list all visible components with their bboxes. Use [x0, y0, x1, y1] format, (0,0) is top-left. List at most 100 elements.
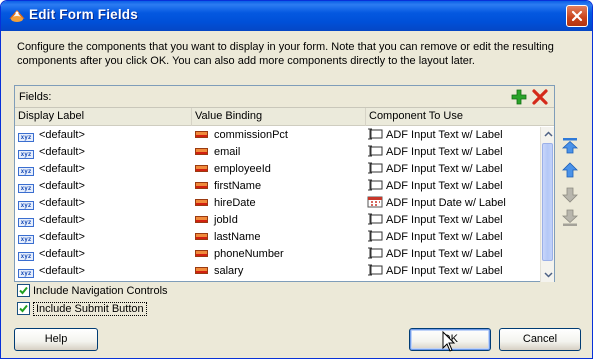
component-value: ADF Input Text w/ Label: [386, 163, 503, 175]
value-binding-cell[interactable]: email: [195, 144, 365, 161]
value-binding-value: jobId: [214, 214, 238, 226]
display-label-cell[interactable]: xyz <default>: [18, 144, 190, 161]
display-label-cell[interactable]: xyz <default>: [18, 212, 190, 229]
display-label-value: <default>: [39, 248, 85, 260]
include-submit-checkbox[interactable]: [17, 302, 30, 315]
scroll-down-button[interactable]: [541, 268, 555, 282]
display-label-cell[interactable]: xyz <default>: [18, 195, 190, 212]
component-cell[interactable]: ADF Input Text w/ Label: [367, 144, 541, 161]
display-label-value: <default>: [39, 146, 85, 158]
value-binding-cell[interactable]: firstName: [195, 178, 365, 195]
delete-icon: [532, 89, 548, 105]
close-button[interactable]: [566, 5, 588, 27]
display-label-cell[interactable]: xyz <default>: [18, 246, 190, 263]
component-cell[interactable]: ADF Input Text w/ Label: [367, 178, 541, 195]
component-cell[interactable]: ADF Input Date w/ Label: [367, 195, 541, 212]
jdeveloper-app-icon: [8, 7, 26, 25]
include-navigation-controls-option[interactable]: Include Navigation Controls: [17, 284, 168, 299]
value-binding-cell[interactable]: commissionPct: [195, 127, 365, 144]
chevron-up-icon: [543, 131, 553, 137]
display-label-cell[interactable]: xyz <default>: [18, 178, 190, 195]
value-binding-cell[interactable]: salary: [195, 263, 365, 280]
value-binding-cell[interactable]: lastName: [195, 229, 365, 246]
mouse-pointer-icon: [442, 331, 456, 352]
attribute-binding-icon: [195, 216, 208, 223]
attribute-binding-icon: [195, 148, 208, 155]
fields-label: Fields:: [19, 91, 52, 103]
move-to-bottom-button[interactable]: [561, 209, 579, 227]
include-navigation-checkbox[interactable]: [17, 284, 30, 297]
table-row[interactable]: xyz <default> jobId ADF Input Text w/ Lab…: [15, 212, 541, 229]
value-binding-cell[interactable]: hireDate: [195, 195, 365, 212]
component-cell[interactable]: ADF Input Text w/ Label: [367, 161, 541, 178]
add-icon: [511, 89, 527, 105]
value-binding-cell[interactable]: employeeId: [195, 161, 365, 178]
display-label-cell[interactable]: xyz <default>: [18, 161, 190, 178]
attribute-binding-icon: [195, 182, 208, 189]
display-label-value: <default>: [39, 265, 85, 277]
column-header-display-label[interactable]: Display Label: [15, 108, 192, 126]
value-binding-cell[interactable]: jobId: [195, 212, 365, 229]
component-cell[interactable]: ADF Input Text w/ Label: [367, 246, 541, 263]
text-label-icon: xyz: [18, 184, 34, 193]
include-submit-button-option[interactable]: Include Submit Button: [17, 302, 147, 317]
vertical-scrollbar[interactable]: [540, 127, 554, 282]
text-label-icon: xyz: [18, 252, 34, 261]
move-down-button[interactable]: [561, 186, 579, 204]
table-row[interactable]: xyz <default> lastName ADF Input Text w/ …: [15, 229, 541, 246]
display-label-value: <default>: [39, 197, 85, 209]
arrow-up-icon: [562, 162, 578, 178]
text-label-icon: xyz: [18, 269, 34, 278]
value-binding-value: lastName: [214, 231, 261, 243]
add-field-button[interactable]: [510, 88, 528, 106]
input-text-icon: [368, 213, 383, 225]
component-value: ADF Input Text w/ Label: [386, 180, 503, 192]
fields-table-body: xyz <default> commissionPct ADF Input Tex…: [15, 127, 541, 282]
table-row[interactable]: xyz <default> salary ADF Input Text w/ La…: [15, 263, 541, 280]
table-row[interactable]: xyz <default> phoneNumber ADF Input Text …: [15, 246, 541, 263]
scrollbar-thumb[interactable]: [542, 143, 553, 261]
value-binding-value: commissionPct: [214, 129, 288, 141]
attribute-binding-icon: [195, 199, 208, 206]
edit-form-fields-dialog: Edit Form Fields Configure the component…: [0, 0, 593, 359]
input-text-icon: [368, 247, 383, 259]
move-to-top-button[interactable]: [561, 137, 579, 155]
input-date-icon: [367, 196, 383, 208]
display-label-cell[interactable]: xyz <default>: [18, 229, 190, 246]
chevron-down-icon: [543, 272, 553, 278]
table-row[interactable]: xyz <default> hireDate ADF Input Date w/ …: [15, 195, 541, 212]
scroll-up-button[interactable]: [541, 127, 555, 141]
move-bottom-icon: [561, 209, 579, 226]
column-header-value-binding[interactable]: Value Binding: [192, 108, 366, 126]
input-text-icon: [368, 264, 383, 276]
input-text-icon: [368, 145, 383, 157]
table-row[interactable]: xyz <default> commissionPct ADF Input Tex…: [15, 127, 541, 144]
value-binding-value: employeeId: [214, 163, 271, 175]
table-row[interactable]: xyz <default> employeeId ADF Input Text w…: [15, 161, 541, 178]
table-row[interactable]: xyz <default> email ADF Input Text w/ Lab…: [15, 144, 541, 161]
component-cell[interactable]: ADF Input Text w/ Label: [367, 263, 541, 280]
text-label-icon: xyz: [18, 218, 34, 227]
move-up-button[interactable]: [561, 161, 579, 179]
cancel-button[interactable]: Cancel: [499, 328, 581, 351]
text-label-icon: xyz: [18, 133, 34, 142]
value-binding-value: firstName: [214, 180, 262, 192]
value-binding-value: email: [214, 146, 241, 158]
move-top-icon: [561, 138, 579, 154]
component-value: ADF Input Text w/ Label: [386, 214, 503, 226]
table-row[interactable]: xyz <default> firstName ADF Input Text w/…: [15, 178, 541, 195]
help-button[interactable]: Help: [14, 328, 98, 351]
column-header-component[interactable]: Component To Use: [366, 108, 555, 126]
attribute-binding-icon: [195, 165, 208, 172]
component-value: ADF Input Text w/ Label: [386, 265, 503, 277]
value-binding-cell[interactable]: phoneNumber: [195, 246, 365, 263]
component-cell[interactable]: ADF Input Text w/ Label: [367, 212, 541, 229]
component-cell[interactable]: ADF Input Text w/ Label: [367, 127, 541, 144]
display-label-cell[interactable]: xyz <default>: [18, 127, 190, 144]
arrow-down-icon: [562, 187, 578, 203]
component-cell[interactable]: ADF Input Text w/ Label: [367, 229, 541, 246]
delete-field-button[interactable]: [531, 88, 549, 106]
component-value: ADF Input Date w/ Label: [386, 197, 506, 209]
display-label-cell[interactable]: xyz <default>: [18, 263, 190, 280]
text-label-icon: xyz: [18, 167, 34, 176]
